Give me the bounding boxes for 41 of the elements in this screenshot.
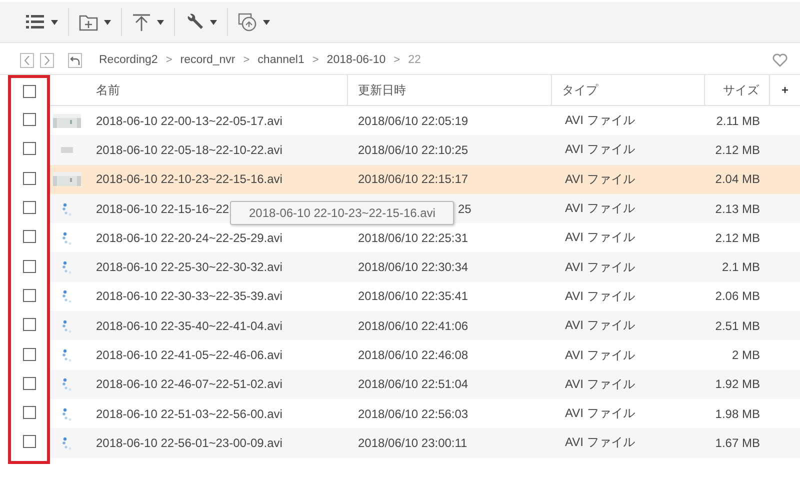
file-size: 1.98 MB (715, 406, 760, 421)
modified-date: 2018/06/10 22:10:25 (358, 142, 468, 157)
file-type: AVI ファイル (565, 376, 635, 393)
file-size: 1.67 MB (715, 436, 760, 450)
breadcrumb-separator: > (243, 54, 250, 66)
file-type: AVI ファイル (565, 112, 635, 130)
file-size: 2.04 MB (715, 172, 760, 186)
modified-date: 2018/06/10 22:35:41 (358, 289, 468, 304)
tooltip: 2018-06-10 22-10-23~22-15-16.avi (230, 201, 454, 225)
modified-date: 2018/06/10 22:51:04 (358, 377, 468, 392)
file-size: 2.11 MB (716, 114, 760, 128)
file-size: 2.12 MB (715, 230, 760, 245)
file-type: AVI ファイル (565, 317, 635, 334)
modified-date: 2018/06/10 22:25:31 (358, 230, 468, 245)
breadcrumb-separator: > (312, 54, 319, 66)
modified-date: 2018/06/10 22:05:19 (358, 114, 468, 128)
file-size: 2.13 MB (715, 202, 760, 216)
file-size: 2.51 MB (715, 318, 760, 333)
file-size: 1.92 MB (715, 377, 760, 392)
file-size: 2.12 MB (715, 142, 760, 157)
file-type: AVI ファイル (565, 141, 635, 158)
file-type: AVI ファイル (565, 405, 635, 422)
file-type: AVI ファイル (565, 434, 635, 452)
modified-date: 2018/06/10 22:56:03 (358, 406, 468, 421)
modified-date: 2018/06/10 22:41:06 (358, 318, 468, 333)
file-type: AVI ファイル (565, 258, 635, 276)
modified-date: 2018/06/10 22:30:34 (358, 260, 468, 274)
file-type: AVI ファイル (565, 170, 635, 188)
modified-date: 2018/06/10 23:00:11 (358, 436, 468, 450)
modified-date: 2018/06/10 22:15:17 (358, 172, 468, 186)
file-size: 2.06 MB (715, 289, 760, 304)
file-size: 2.1 MB (722, 260, 760, 274)
breadcrumb-separator: > (394, 54, 400, 66)
breadcrumb-separator: > (166, 54, 172, 66)
modified-date: 25 (458, 202, 472, 216)
file-type: AVI ファイル (565, 288, 635, 305)
file-type: AVI ファイル (565, 200, 635, 218)
modified-date: 2018/06/10 22:46:08 (358, 348, 468, 362)
file-size: 2 MB (732, 348, 760, 362)
file-type: AVI ファイル (565, 229, 635, 246)
file-type: AVI ファイル (565, 346, 635, 364)
